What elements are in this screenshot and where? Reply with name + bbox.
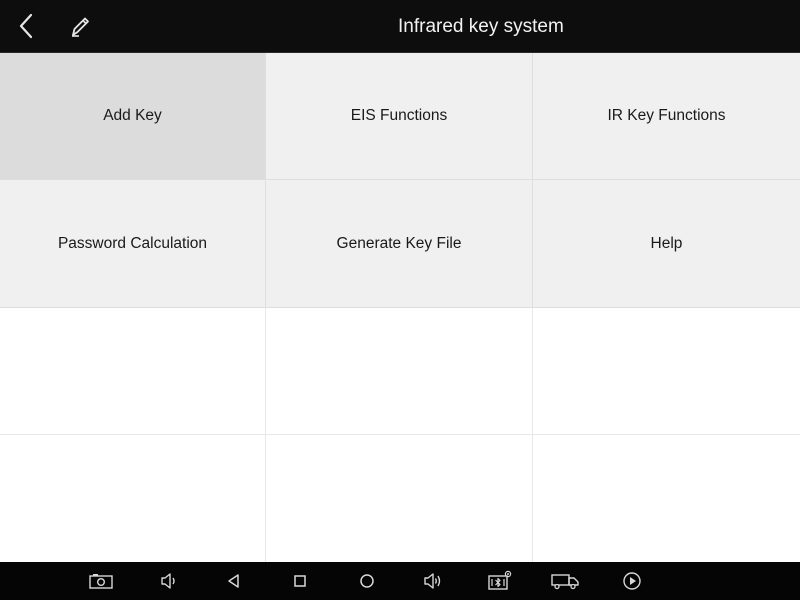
volume-down-icon [159, 572, 179, 590]
home-circle-icon [359, 573, 375, 589]
recent-apps-square-icon [293, 574, 307, 588]
vci-connection-button[interactable] [484, 566, 514, 596]
vci-bluetooth-icon [486, 570, 512, 592]
play-button[interactable] [617, 566, 647, 596]
header-bar: Infrared key system [0, 0, 800, 53]
password-calculation-button[interactable]: Password Calculation [0, 180, 266, 308]
empty-tile [533, 435, 800, 562]
back-button[interactable] [8, 8, 44, 44]
volume-down-button[interactable] [154, 566, 184, 596]
back-triangle-icon [226, 573, 242, 589]
vehicle-button[interactable] [550, 566, 580, 596]
page-title: Infrared key system [398, 16, 564, 37]
function-grid: Add Key EIS Functions IR Key Functions P… [0, 53, 800, 562]
volume-up-button[interactable] [418, 566, 448, 596]
generate-key-file-button[interactable]: Generate Key File [266, 180, 533, 308]
eis-functions-button[interactable]: EIS Functions [266, 53, 533, 180]
pencil-icon [67, 13, 93, 39]
recent-apps-button[interactable] [285, 566, 315, 596]
empty-tile [0, 308, 266, 435]
app-window: Infrared key system Add Key EIS Function… [0, 0, 800, 600]
chevron-left-icon [16, 12, 36, 40]
help-button[interactable]: Help [533, 180, 800, 308]
empty-tile [0, 435, 266, 562]
empty-tile [533, 308, 800, 435]
system-nav-bar [0, 562, 800, 600]
truck-icon [550, 572, 580, 590]
ir-key-functions-button[interactable]: IR Key Functions [533, 53, 800, 180]
home-button[interactable] [352, 566, 382, 596]
screenshot-icon [88, 572, 114, 590]
volume-up-icon [422, 572, 444, 590]
edit-button[interactable] [62, 8, 98, 44]
play-icon [622, 571, 642, 591]
empty-tile [266, 308, 533, 435]
add-key-button[interactable]: Add Key [0, 53, 266, 180]
nav-back-button[interactable] [219, 566, 249, 596]
empty-tile [266, 435, 533, 562]
screenshot-button[interactable] [86, 566, 116, 596]
